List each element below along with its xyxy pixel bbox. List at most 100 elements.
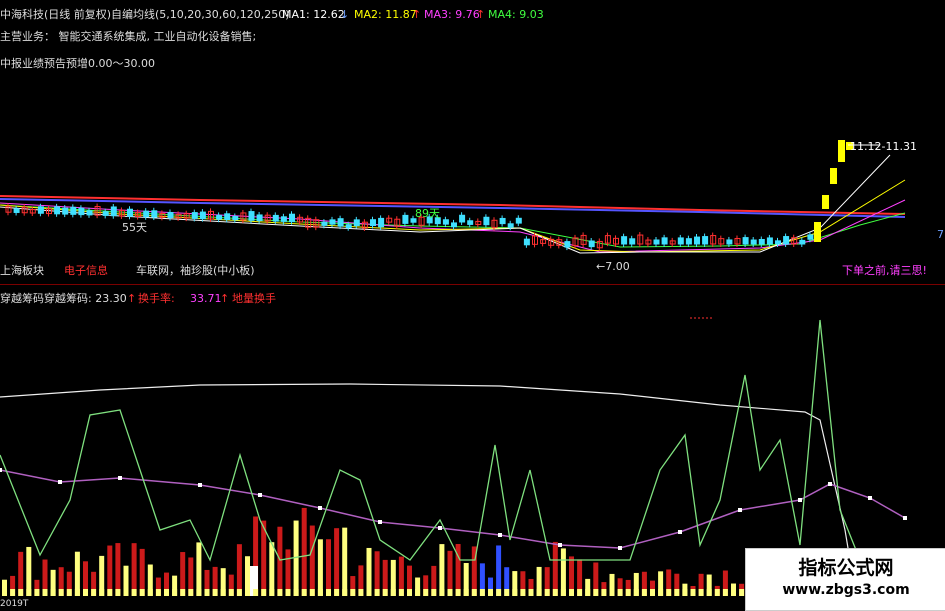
business-info: 主营业务： 智能交通系统集成, 工业自动化设备销售; bbox=[0, 30, 257, 43]
volume-base-bar bbox=[415, 589, 421, 596]
volume-bar bbox=[560, 548, 566, 596]
volume-base-bar bbox=[155, 589, 161, 596]
volume-base-bar bbox=[147, 589, 153, 596]
earnings-forecast: 中报业绩预告预增0.00～30.00 bbox=[0, 57, 155, 70]
candle-body bbox=[102, 211, 109, 216]
volume-base-bar bbox=[552, 589, 558, 596]
candle-body bbox=[523, 238, 530, 246]
volume-base-bar bbox=[269, 589, 275, 596]
ma2-arrow: ↑ bbox=[412, 8, 422, 21]
candle-body bbox=[224, 213, 231, 220]
volume-base-bar bbox=[650, 589, 655, 596]
volume-base-bar bbox=[261, 589, 267, 596]
price-range-label: 11.12-11.31 bbox=[850, 140, 917, 153]
volume-base-bar bbox=[544, 589, 550, 596]
volume-base-bar bbox=[633, 589, 639, 596]
panel-divider bbox=[0, 284, 945, 285]
turnover-label: 换手率: bbox=[138, 292, 175, 305]
volume-base-bar bbox=[26, 589, 32, 596]
candle-body bbox=[766, 237, 773, 245]
limit-up-candle bbox=[822, 195, 829, 209]
candle-body bbox=[442, 219, 449, 225]
candle-body bbox=[110, 206, 117, 217]
ma-55-label: 55天 bbox=[122, 221, 147, 234]
volume-bar bbox=[196, 542, 202, 596]
candle-body bbox=[127, 208, 133, 217]
volume-base-bar bbox=[739, 589, 745, 596]
volume-base-bar bbox=[463, 589, 469, 596]
candle-body bbox=[685, 238, 692, 245]
volume-base-bar bbox=[609, 589, 615, 596]
ma-indicator-label[interactable]: 自编均线(5,10,20,30,60,120,250) bbox=[111, 8, 290, 21]
volume-base-bar bbox=[455, 589, 461, 596]
turnover-marker bbox=[438, 526, 442, 530]
low-turnover-label: 地量换手 bbox=[232, 292, 276, 305]
candle-body bbox=[86, 210, 93, 216]
volume-base-bar bbox=[83, 589, 88, 596]
turnover-marker bbox=[738, 508, 742, 512]
volume-base-bar bbox=[714, 589, 720, 596]
volume-base-bar bbox=[658, 589, 664, 596]
volume-base-bar bbox=[131, 589, 137, 596]
candle-body bbox=[402, 214, 409, 224]
volume-base-bar bbox=[698, 589, 704, 596]
candle-body bbox=[451, 222, 457, 228]
volume-base-bar bbox=[212, 589, 218, 596]
limit-up-candle bbox=[830, 168, 837, 184]
candle-body bbox=[345, 224, 352, 229]
sector-board: 上海板块 bbox=[0, 264, 44, 277]
candle-body bbox=[280, 216, 287, 222]
price-candles-layer bbox=[0, 140, 906, 254]
volume-base-bar bbox=[196, 589, 202, 596]
turnover-marker bbox=[118, 476, 122, 480]
candle-body bbox=[758, 238, 765, 245]
turnover-marker bbox=[828, 482, 832, 486]
candle-body bbox=[191, 212, 198, 219]
candle-body bbox=[62, 207, 69, 215]
volume-base-bar bbox=[164, 589, 169, 596]
volume-base-bar bbox=[66, 589, 72, 596]
turnover-marker bbox=[678, 530, 682, 534]
ma1-value: MA1: 12.62 bbox=[282, 8, 345, 21]
turnover-marker bbox=[378, 520, 382, 524]
volume-bar bbox=[301, 507, 307, 596]
candle-body bbox=[353, 219, 360, 227]
volume-base-bar bbox=[569, 589, 574, 596]
watermark-box: 指标公式网 www.zbgs3.com bbox=[745, 548, 945, 611]
stock-title[interactable]: 中海科技(日线 前复权) bbox=[0, 8, 111, 21]
turnover-marker bbox=[558, 543, 562, 547]
candle-body bbox=[702, 236, 709, 245]
candle-body bbox=[321, 221, 328, 226]
volume-base-bar bbox=[520, 589, 526, 596]
volume-base-bar bbox=[560, 589, 566, 596]
ma1-arrow: ↓ bbox=[340, 8, 350, 21]
ma3-arrow: ↑ bbox=[476, 8, 486, 21]
candle-body bbox=[483, 216, 490, 226]
volume-bar bbox=[326, 539, 331, 596]
candle-body bbox=[167, 211, 174, 219]
turnover-value: 33.71 bbox=[190, 292, 222, 305]
turnover-marker bbox=[258, 493, 262, 497]
volume-bar bbox=[107, 545, 113, 596]
limit-up-candle bbox=[838, 140, 845, 162]
ma4-value: MA4: 9.03 bbox=[488, 8, 544, 21]
turnover-marker bbox=[498, 533, 502, 537]
volume-bar bbox=[277, 526, 283, 596]
volume-base-bar bbox=[115, 589, 121, 596]
volume-base-bar bbox=[285, 589, 291, 596]
volume-base-bar bbox=[220, 589, 226, 596]
volume-base-bar bbox=[358, 589, 364, 596]
indicator-value: 穿越筹码: 23.30 bbox=[44, 292, 127, 305]
candle-body bbox=[588, 240, 595, 248]
price-axis-fragment: 7 bbox=[937, 228, 944, 241]
risk-warning: 下单之前,请三思! bbox=[842, 264, 927, 277]
indicator-name[interactable]: 穿越筹码 bbox=[0, 292, 44, 305]
volume-bar bbox=[317, 539, 323, 596]
volume-base-bar bbox=[617, 589, 623, 596]
volume-base-bar bbox=[528, 589, 534, 596]
volume-bar bbox=[342, 527, 348, 596]
candle-body bbox=[726, 239, 733, 245]
volume-base-bar bbox=[18, 589, 24, 596]
sector-concepts: 车联网，袖珍股(中小板) bbox=[136, 264, 255, 277]
candle-body bbox=[807, 234, 814, 240]
